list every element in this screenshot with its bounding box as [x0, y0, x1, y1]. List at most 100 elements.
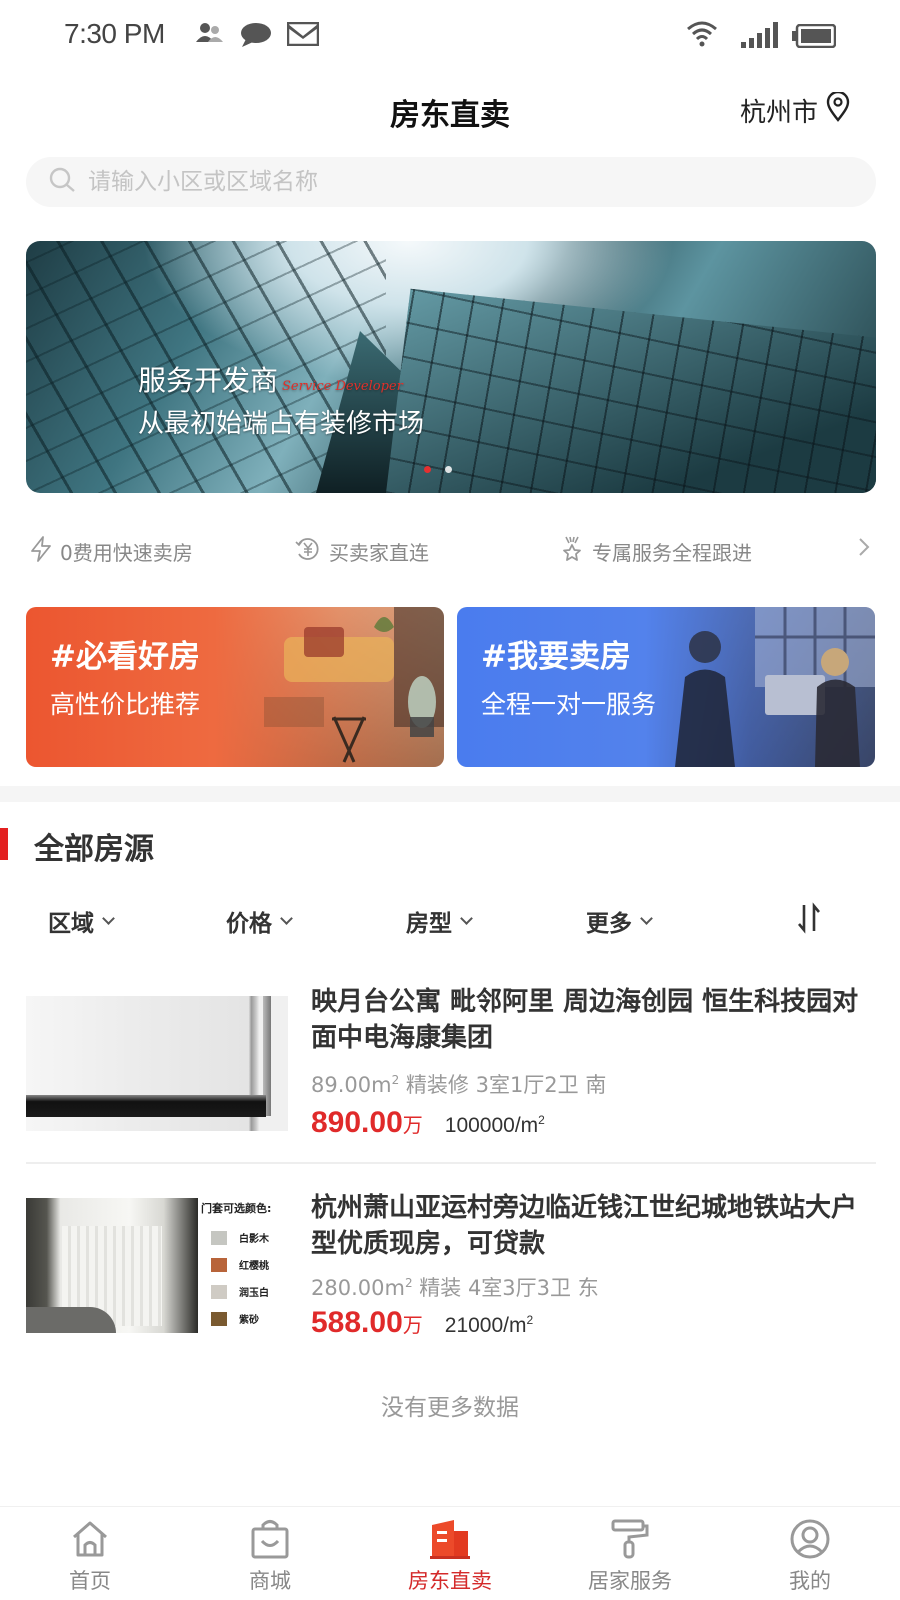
chat-bubble-icon	[240, 22, 272, 52]
section-accent-bar	[0, 828, 8, 860]
banner-text: 服务开发商 Service Developer 从最初始端占有装修市场	[138, 359, 424, 440]
unit-price-value: 21000/m	[444, 1314, 527, 1337]
carousel-dot-active[interactable]	[424, 466, 431, 473]
filter-bar: 区域 价格 房型 更多	[0, 900, 900, 940]
filter-label: 区域	[48, 911, 94, 937]
living-room-image	[264, 607, 444, 763]
listing-price-row: 588.00万 21000/m2	[311, 1306, 533, 1340]
filter-price[interactable]: 价格	[226, 904, 293, 938]
mail-icon	[286, 21, 320, 50]
filter-layout[interactable]: 房型	[406, 904, 473, 938]
contacts-icon	[196, 22, 226, 48]
filter-region[interactable]: 区域	[48, 904, 115, 938]
bottom-nav: 首页 商城 房东直卖 居家服务 我的	[0, 1506, 900, 1600]
battery-icon	[792, 23, 837, 52]
color-swatch	[211, 1257, 227, 1272]
superscript: 2	[538, 1113, 545, 1127]
status-bar: 7:30 PM	[0, 0, 900, 72]
nav-item-home-services[interactable]: 居家服务	[570, 1517, 690, 1595]
listing-image: 门套可选颜色: 白影木 红樱桃 润玉白 紫砂	[26, 1198, 288, 1333]
feature-strip[interactable]: 0费用快速卖房 买卖家直连 专属服务全程跟进	[0, 530, 900, 570]
swatch-label: 红樱桃	[239, 1261, 269, 1272]
status-time: 7:30 PM	[64, 18, 165, 49]
meeting-image	[675, 607, 875, 767]
chevron-down-icon	[280, 911, 293, 925]
banner-headline: 服务开发商	[138, 364, 279, 397]
nav-item-profile[interactable]: 我的	[750, 1517, 870, 1595]
paint-roller-icon	[570, 1517, 690, 1561]
carousel-dots	[424, 466, 452, 473]
listing-area: 89.00m	[311, 1073, 392, 1097]
section-header: 全部房源	[0, 822, 900, 872]
promo-title: #必看好房	[50, 639, 200, 675]
color-swatch-legend: 门套可选颜色: 白影木 红樱桃 润玉白 紫砂	[201, 1200, 288, 1332]
filter-more[interactable]: 更多	[586, 904, 653, 938]
banner-subline: 从最初始端占有装修市场	[138, 409, 425, 439]
yen-cycle-icon	[295, 536, 321, 567]
feature-item: 买卖家直连	[295, 536, 429, 567]
listing-title: 映月台公寓 毗邻阿里 周边海创园 恒生科技园对面中电海康集团	[311, 987, 859, 1053]
feature-item: 0费用快速卖房	[30, 536, 193, 567]
price-unit: 万	[402, 1115, 423, 1137]
filter-label: 更多	[586, 911, 632, 937]
location-pin-icon	[826, 90, 850, 129]
nav-label: 房东直卖	[408, 1569, 492, 1593]
feature-label: 专属服务全程跟进	[592, 541, 752, 565]
city-selector[interactable]: 杭州市	[739, 90, 850, 129]
listing-unit-price: 21000/m2	[445, 1313, 533, 1338]
listing-meta: 280.00m2 精装 4室3厅3卫 东	[311, 1272, 599, 1302]
nav-item-home[interactable]: 首页	[30, 1517, 150, 1595]
filter-label: 房型	[406, 911, 452, 937]
carousel-dot[interactable]	[445, 466, 452, 473]
nav-item-mall[interactable]: 商城	[210, 1517, 330, 1595]
price-value: 890.00	[311, 1106, 403, 1139]
color-swatch	[211, 1311, 227, 1326]
building-icon	[390, 1517, 510, 1561]
superscript: 2	[526, 1313, 534, 1327]
award-ribbon-icon	[560, 536, 584, 567]
listing-area: 280.00m	[311, 1276, 405, 1300]
search-bar[interactable]	[26, 157, 876, 207]
superscript: 2	[404, 1276, 413, 1290]
nav-item-landlord-direct[interactable]: 房东直卖	[390, 1517, 510, 1595]
sort-arrows-icon[interactable]	[796, 902, 822, 938]
swatch-caption: 门套可选颜色:	[201, 1202, 272, 1215]
city-label: 杭州市	[739, 98, 818, 128]
listing-price: 588.00万	[311, 1306, 423, 1340]
section-title: 全部房源	[34, 832, 154, 867]
listing-item[interactable]: 门套可选颜色: 白影木 红樱桃 润玉白 紫砂 杭州萧山亚运村旁边临近钱江世纪城地…	[26, 1188, 876, 1348]
listing-title: 杭州萧山亚运村旁边临近钱江世纪城地铁站大户型优质现房，可贷款	[311, 1193, 858, 1259]
nav-label: 首页	[69, 1569, 111, 1593]
superscript: 2	[391, 1073, 400, 1087]
promo-card-recommended[interactable]: #必看好房 高性价比推荐	[26, 607, 444, 767]
chevron-down-icon	[640, 911, 653, 925]
price-unit: 万	[402, 1315, 423, 1337]
listing-item[interactable]: 映月台公寓 毗邻阿里 周边海创园 恒生科技园对面中电海康集团 89.00m2 精…	[26, 976, 876, 1139]
nav-label: 居家服务	[588, 1569, 672, 1593]
promo-subtitle: 全程一对一服务	[481, 690, 657, 719]
user-profile-icon	[750, 1517, 870, 1561]
swatch-label: 润玉白	[239, 1288, 269, 1299]
swatch-label: 白影木	[239, 1234, 269, 1245]
swatch-label: 紫砂	[239, 1315, 259, 1326]
listing-meta: 89.00m2 精装修 3室1厅2卫 南	[311, 1069, 606, 1099]
wifi-icon	[686, 20, 718, 52]
nav-label: 我的	[789, 1569, 831, 1593]
search-icon	[48, 166, 78, 198]
swatch-row: 白影木	[211, 1224, 288, 1251]
promo-card-sell-house[interactable]: #我要卖房 全程一对一服务	[457, 607, 875, 767]
chevron-right-icon[interactable]	[858, 536, 870, 564]
banner-carousel[interactable]: 服务开发商 Service Developer 从最初始端占有装修市场	[26, 241, 876, 493]
search-input[interactable]	[88, 169, 788, 195]
chevron-down-icon	[102, 911, 115, 925]
swatch-row: 润玉白	[211, 1278, 288, 1305]
chevron-down-icon	[460, 911, 473, 925]
swatch-row: 紫砂	[211, 1305, 288, 1332]
listing-details: 精装修 3室1厅2卫 南	[405, 1073, 607, 1097]
home-icon	[30, 1517, 150, 1561]
unit-price-value: 100000/m	[444, 1114, 539, 1137]
listing-image	[26, 996, 288, 1131]
color-swatch	[211, 1230, 227, 1245]
lightning-icon	[30, 536, 52, 567]
banner-image-grid	[386, 288, 876, 493]
